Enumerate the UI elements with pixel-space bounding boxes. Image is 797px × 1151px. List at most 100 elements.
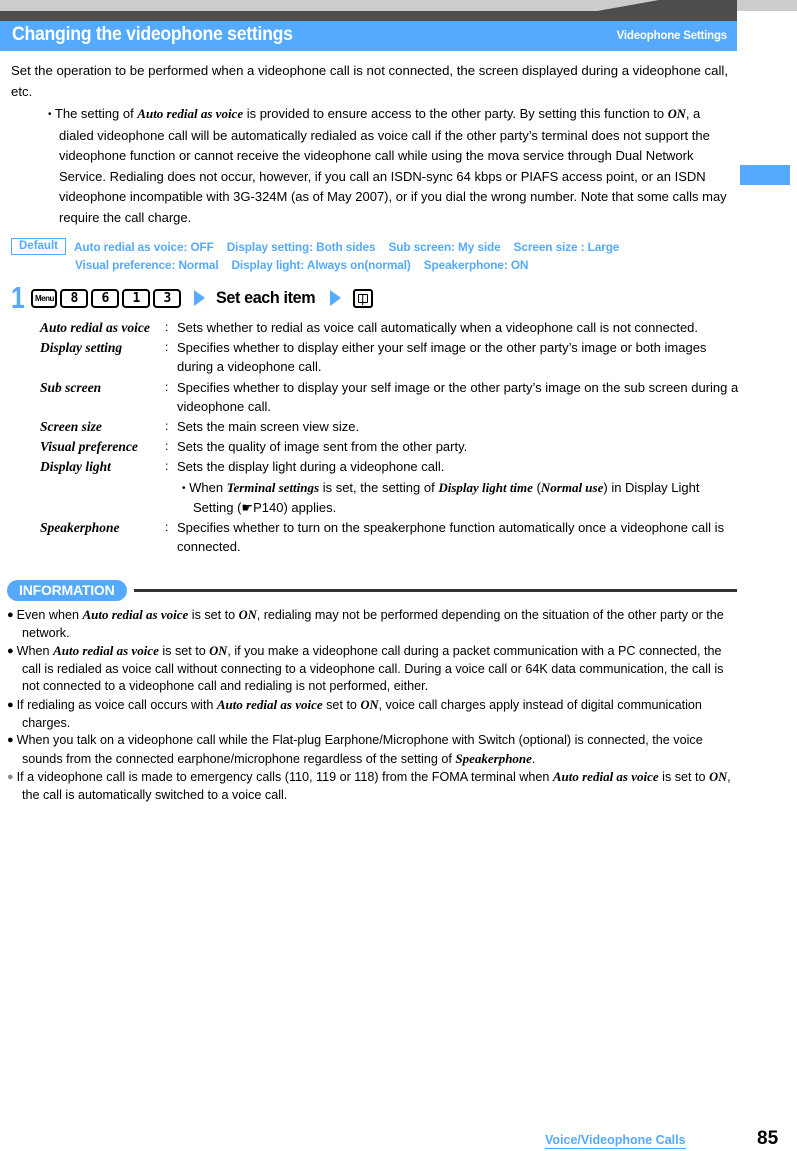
- definition-description: Specifies whether to display either your…: [177, 340, 707, 375]
- info-p1: When you talk on a videophone call while…: [16, 733, 703, 766]
- book-key-icon[interactable]: [352, 288, 373, 308]
- info-p2: is set to: [158, 644, 210, 659]
- information-rule: [134, 589, 737, 592]
- key-6[interactable]: 6: [91, 288, 120, 308]
- default-value: Screen size : Large: [513, 239, 620, 254]
- definition-row: Screen size : Sets the main screen view …: [40, 417, 740, 436]
- info-p1: If redialing as voice call occurs with: [16, 697, 217, 712]
- definition-subnote: • When Terminal settings is set, the set…: [177, 478, 740, 517]
- info-p1: Even when: [16, 608, 83, 622]
- definition-term: Screen size: [40, 419, 102, 435]
- page-header-band: Changing the videophone settings Videoph…: [0, 21, 737, 51]
- bullet-note-em2: ON: [667, 107, 686, 121]
- information-item: ● Even when Auto redial as voice is set t…: [7, 606, 737, 642]
- defaults-line-1: Default Auto redial as voice: OFF Display…: [11, 238, 737, 256]
- definition-colon: :: [165, 459, 169, 474]
- info-p1: When: [16, 644, 54, 659]
- subnote-em1: Terminal settings: [226, 479, 320, 495]
- info-p2: is set to: [658, 770, 710, 785]
- subnote-p5: ) applies.: [283, 499, 337, 515]
- step-action-label: Set each item: [216, 288, 316, 307]
- key-8[interactable]: 8: [60, 288, 89, 308]
- definition-description: Sets the display light during a videopho…: [177, 457, 740, 517]
- definition-description: Specifies whether to display your self i…: [177, 379, 739, 414]
- definition-row: Auto redial as voice : Sets whether to r…: [40, 318, 740, 337]
- definition-description: Sets the quality of image sent from the …: [177, 439, 468, 455]
- subnote-bullet: •: [182, 482, 186, 494]
- footer-page-number: 85: [757, 1128, 779, 1149]
- defaults-line-2: Visual preference: Normal Display light: …: [11, 256, 737, 272]
- info-em2: ON: [238, 608, 257, 622]
- page-reference[interactable]: P140: [253, 500, 283, 515]
- step-number: 1: [11, 280, 25, 315]
- definition-term: Speakerphone: [40, 520, 120, 536]
- list-bullet-icon: ●: [7, 609, 14, 621]
- definition-description-text: Sets the display light during a videopho…: [177, 459, 445, 475]
- footer-section-label: Voice/Videophone Calls: [545, 1133, 686, 1149]
- definition-colon: :: [165, 520, 169, 535]
- intro-paragraph: Set the operation to be performed when a…: [11, 63, 728, 99]
- information-header: INFORMATION: [7, 580, 737, 602]
- info-p2: is set to: [188, 608, 239, 622]
- info-em2: ON: [209, 644, 228, 659]
- arrow-right-icon: [330, 290, 342, 306]
- info-em1: Speakerphone: [455, 750, 532, 766]
- definition-colon: :: [165, 439, 169, 454]
- definition-description: Sets the main screen view size.: [177, 419, 360, 435]
- definition-description: Specifies whether to turn on the speaker…: [177, 520, 725, 555]
- subnote-em3: Normal use: [540, 479, 604, 495]
- bullet-note-em1: Auto redial as voice: [137, 106, 244, 121]
- defaults-tag: Default: [11, 238, 66, 256]
- info-em1: Auto redial as voice: [82, 607, 189, 622]
- key-1[interactable]: 1: [122, 288, 151, 308]
- information-list: ● Even when Auto redial as voice is set t…: [7, 606, 737, 805]
- definition-row: Display light : Sets the display light d…: [40, 457, 740, 517]
- definition-colon: :: [165, 340, 169, 355]
- page-title: Changing the videophone settings: [12, 24, 293, 45]
- definition-row: Display setting : Specifies whether to d…: [40, 338, 740, 376]
- definition-term: Auto redial as voice: [40, 320, 150, 335]
- list-bullet-icon: ●: [7, 698, 14, 711]
- settings-definition-list: Auto redial as voice : Sets whether to r…: [40, 318, 740, 557]
- key-3[interactable]: 3: [153, 288, 182, 308]
- bullet-marker: •: [48, 109, 52, 120]
- info-p2: .: [531, 751, 536, 766]
- definition-description: Sets whether to redial as voice call aut…: [177, 320, 699, 335]
- key-menu[interactable]: Menu: [31, 288, 58, 308]
- definition-colon: :: [165, 419, 169, 434]
- info-p1: If a videophone call is made to emergenc…: [16, 770, 553, 785]
- definition-term: Display setting: [40, 340, 123, 356]
- definition-term: Sub screen: [40, 379, 102, 395]
- default-value: Display light: Always on(normal): [231, 257, 411, 272]
- information-item: ● If a videophone call is made to emergen…: [7, 768, 737, 804]
- defaults-values-row1: Auto redial as voice: OFF Display setting…: [74, 240, 632, 254]
- bullet-note-paragraph: • The setting of Auto redial as voice is…: [48, 104, 728, 228]
- default-value: Display setting: Both sides: [226, 239, 376, 254]
- step-row: 1 Menu 8 6 1 3 Set each item: [11, 280, 373, 315]
- list-bullet-icon: ●: [7, 771, 14, 784]
- information-item: ● When Auto redial as voice is set to ON,…: [7, 642, 737, 696]
- default-value: Auto redial as voice: OFF: [73, 239, 214, 254]
- info-em2: ON: [360, 697, 379, 712]
- defaults-values-row2: Visual preference: Normal Display light: …: [75, 258, 541, 272]
- info-em1: Auto redial as voice: [216, 696, 323, 712]
- edge-index-tab: [740, 165, 790, 185]
- subnote-em2: Display light time: [438, 479, 533, 495]
- defaults-block: Default Auto redial as voice: OFF Display…: [11, 238, 737, 272]
- definition-row: Speakerphone : Specifies whether to turn…: [40, 518, 740, 556]
- info-em2: ON: [709, 770, 728, 785]
- pointing-hand-icon: ☛: [241, 499, 254, 515]
- list-bullet-icon: ●: [7, 645, 14, 658]
- page-subtitle: Videophone Settings: [616, 30, 728, 42]
- definition-term: Display light: [40, 459, 111, 475]
- default-value: Visual preference: Normal: [75, 257, 219, 272]
- definition-term: Visual preference: [40, 439, 138, 455]
- list-bullet-icon: ●: [7, 734, 14, 747]
- subnote-p3: (: [532, 479, 541, 495]
- bullet-note-part1: The setting of: [54, 106, 138, 121]
- definition-row: Sub screen : Specifies whether to displa…: [40, 378, 740, 416]
- definition-colon: :: [165, 320, 169, 334]
- bullet-note-part2: is provided to ensure access to the othe…: [243, 106, 668, 121]
- top-dark-bar: [0, 11, 737, 21]
- info-em1: Auto redial as voice: [53, 643, 159, 659]
